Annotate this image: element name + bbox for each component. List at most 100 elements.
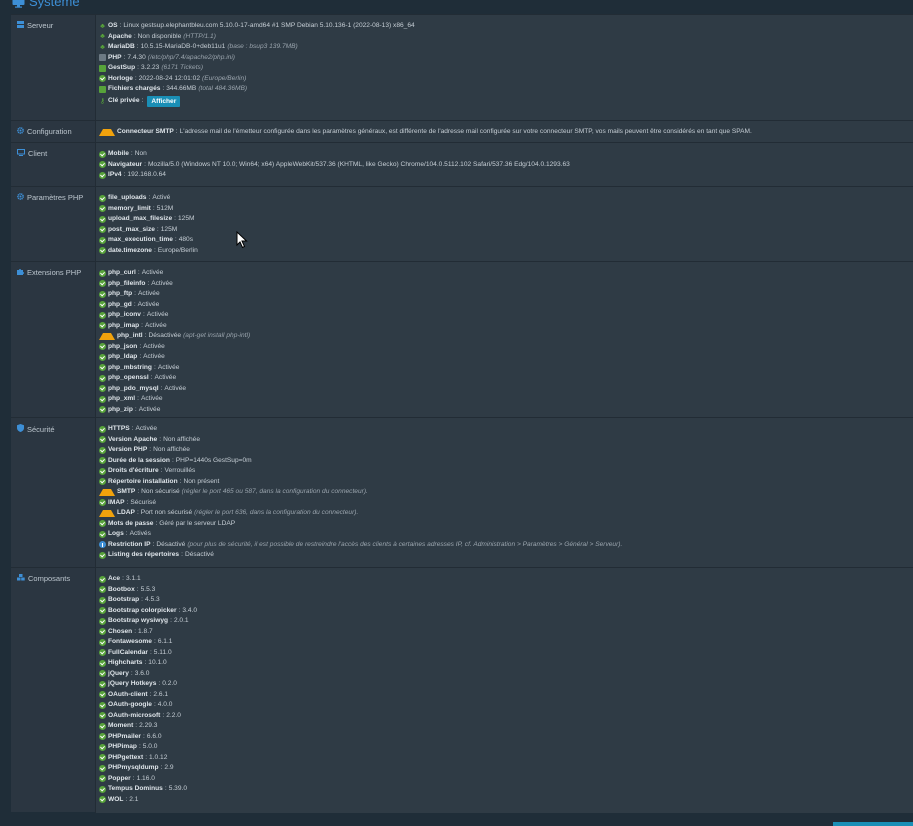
info-row: Connecteur SMTP: L'adresse mail de l'émet… xyxy=(99,127,909,138)
leaf-icon: ♣ xyxy=(100,33,105,41)
key-separator: : xyxy=(136,585,139,593)
info-value: 125M xyxy=(160,225,178,233)
info-row: SMTP: Non sécurisé (régler le port 465 ou … xyxy=(99,487,909,498)
info-value: Activée xyxy=(138,290,160,297)
info-value: 10.1.0 xyxy=(148,659,167,666)
info-row: Ace:3.1.1 xyxy=(99,574,909,585)
info-value: Activée xyxy=(141,269,164,276)
info-value: 6.1.1 xyxy=(157,638,173,645)
info-value: Géré par le serveur LDAP xyxy=(159,519,236,527)
info-note: (6171 Tickets) xyxy=(161,64,204,71)
info-value: 2.29.3 xyxy=(139,722,158,729)
section-label: Extensions PHP xyxy=(17,268,95,278)
info-row: Logs: Activés xyxy=(99,529,909,540)
info-value: Activée xyxy=(146,311,169,318)
check-circle-icon xyxy=(99,226,106,234)
mouse-cursor-icon xyxy=(236,231,248,249)
key-separator: : xyxy=(139,342,142,350)
bottom-action-button[interactable] xyxy=(833,822,913,826)
info-value: 7.4.30 xyxy=(127,53,146,61)
info-row: php_ldap: Activée xyxy=(99,352,909,363)
info-key: max_execution_time xyxy=(108,236,173,243)
info-key: Mobile xyxy=(108,150,129,157)
info-key: Version PHP xyxy=(108,446,148,453)
check-circle-icon xyxy=(99,290,106,298)
section-body: Connecteur SMTP: L'adresse mail de l'émet… xyxy=(95,121,913,143)
key-separator: : xyxy=(132,774,135,782)
info-value: Activée xyxy=(164,384,187,392)
info-key: php_mbstring xyxy=(108,363,152,371)
info-value: Désactivé xyxy=(184,551,214,558)
section-client: Client Mobile: Non Navigateur: Mozilla/5.0 (… xyxy=(11,142,913,187)
info-note: (total 484.36MB) xyxy=(198,85,248,92)
show-private-key-button[interactable]: Afficher xyxy=(147,95,181,107)
info-key: Version Apache xyxy=(108,435,158,443)
key-separator: : xyxy=(134,74,137,82)
info-value: 5.5.3 xyxy=(140,585,156,593)
info-value: Activée xyxy=(151,279,173,287)
check-circle-icon xyxy=(99,280,106,288)
info-row: IMAP: Sécurisé xyxy=(99,498,909,509)
section-param-tres-php: Paramètres PHP file_uploads: Activé memory_… xyxy=(11,186,913,262)
key-separator: : xyxy=(144,659,147,666)
key-separator: : xyxy=(126,498,129,506)
info-key: LDAP xyxy=(117,509,135,516)
info-row: WOL:2.1 xyxy=(99,795,909,806)
info-key: php_json xyxy=(108,342,138,350)
info-key: IPv4 xyxy=(108,171,122,178)
info-value: 2022-08-24 12:01:02 xyxy=(138,74,200,82)
info-key: IMAP xyxy=(108,498,125,506)
info-key: HTTPS xyxy=(108,425,130,432)
info-row: max_execution_time:480s xyxy=(99,235,909,246)
info-key: WOL xyxy=(108,795,124,803)
info-row: php_mbstring: Activée xyxy=(99,363,909,374)
info-key: Restriction IP xyxy=(108,540,151,548)
info-key: Navigateur xyxy=(108,160,143,168)
info-row: file_uploads: Activé xyxy=(99,193,909,204)
check-circle-icon xyxy=(99,754,106,762)
info-row: jQuery Hotkeys:0.2.0 xyxy=(99,679,909,690)
info-key: Listing des répertoires xyxy=(108,551,180,558)
info-key: jQuery xyxy=(108,669,129,677)
info-row: Fontawesome:6.1.1 xyxy=(99,637,909,648)
info-value: Activée xyxy=(140,395,163,402)
info-value: L'adresse mail de l'émetteur configurée … xyxy=(179,128,752,135)
section-label-text: Composants xyxy=(28,574,71,583)
info-circle-icon xyxy=(99,541,106,549)
info-key: PHPgettext xyxy=(108,753,144,761)
page-title-text: Système xyxy=(29,0,80,9)
info-row: php_ftp: Activée xyxy=(99,289,909,300)
section-extensions-php: Extensions PHP php_curl: Activée php_filein… xyxy=(11,261,913,418)
key-separator: : xyxy=(181,551,183,558)
info-row: PHPmysqldump:2.9 xyxy=(99,763,909,774)
info-value: Non disponible xyxy=(137,32,182,40)
info-key: Popper xyxy=(108,774,131,782)
section-configuration: Configuration Connecteur SMTP: L'adresse m… xyxy=(11,120,913,143)
info-value: Activée xyxy=(144,321,167,329)
section-body: Ace:3.1.1 Bootbox:5.5.3 Bootstrap:4.5.3 Boo… xyxy=(95,568,913,813)
key-separator: : xyxy=(137,269,140,276)
info-value: 1.0.12 xyxy=(149,753,168,761)
key-separator: : xyxy=(150,374,153,381)
info-row: date.timezone: Europe/Berlin xyxy=(99,246,909,257)
info-value: Activée xyxy=(143,353,165,360)
info-row: PHPmailer:6.6.0 xyxy=(99,732,909,743)
info-row: Bootstrap wysiwyg:2.0.1 xyxy=(99,616,909,627)
check-circle-icon xyxy=(99,269,106,277)
info-row: Version Apache: Non affichée xyxy=(99,435,909,446)
key-separator: : xyxy=(144,332,147,339)
section-label-text: Serveur xyxy=(27,21,54,30)
check-circle-icon xyxy=(99,764,106,772)
section-label-text: Paramètres PHP xyxy=(27,193,84,202)
key-separator: : xyxy=(159,435,162,443)
check-circle-icon xyxy=(99,796,106,804)
page-title: Système xyxy=(12,0,80,9)
info-key: Bootstrap colorpicker xyxy=(108,606,177,614)
puzzle-icon xyxy=(17,268,24,278)
info-row: PHP:7.4.30 (/etc/php/7.4/apache2/php.ini) xyxy=(99,53,909,64)
key-separator: : xyxy=(148,194,151,201)
info-row: Bootstrap:4.5.3 xyxy=(99,595,909,606)
info-value: 4.5.3 xyxy=(144,596,160,603)
key-separator: : xyxy=(142,311,145,318)
info-key: php_iconv xyxy=(108,311,141,318)
